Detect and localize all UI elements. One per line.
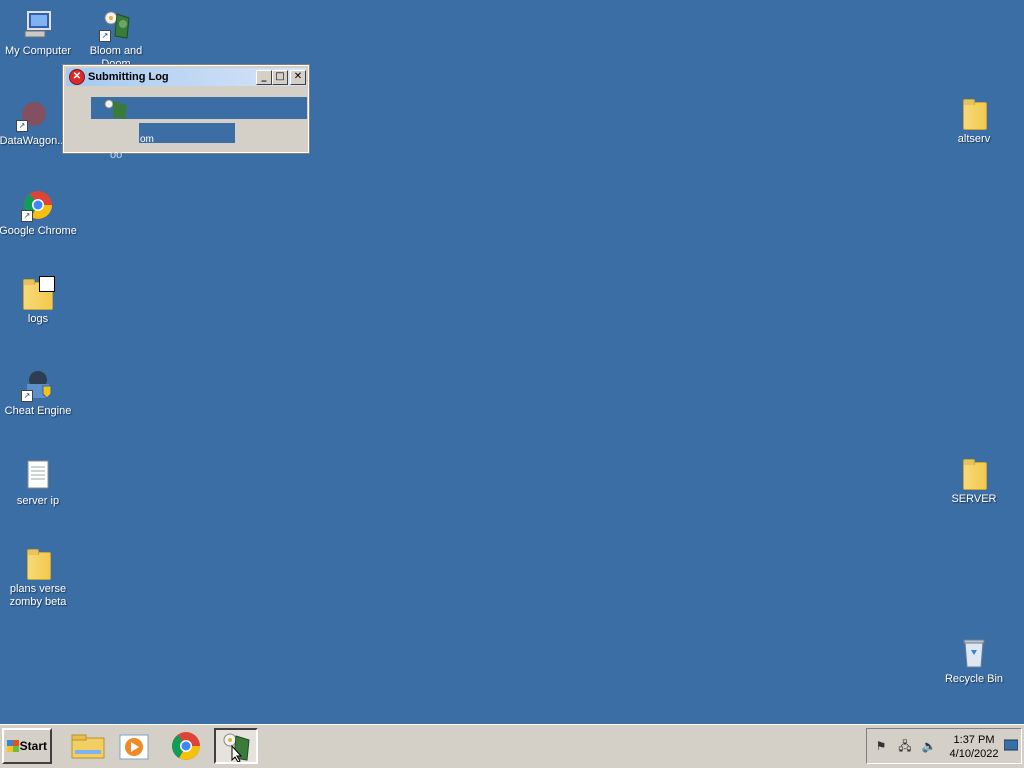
chrome-icon: ↗ <box>21 188 55 222</box>
minimize-button[interactable]: _ <box>256 70 272 85</box>
icon-label: server ip <box>16 495 60 507</box>
bloom-and-doom-icon <box>223 733 250 763</box>
shortcut-arrow-icon: ↗ <box>99 30 111 42</box>
close-button[interactable]: ✕ <box>290 70 306 85</box>
cheat-engine-icon: ↗ <box>21 368 55 402</box>
chrome-icon <box>172 732 200 760</box>
window-content-text: om <box>140 134 154 145</box>
icon-label: Recycle Bin <box>944 673 1004 685</box>
taskbar-chrome-button[interactable] <box>164 728 208 764</box>
window-content-artifact <box>91 97 307 119</box>
shortcut-arrow-icon: ↗ <box>21 210 33 222</box>
datawagon-icon: ↗ <box>16 98 50 132</box>
clock-date: 4/10/2022 <box>949 748 999 760</box>
taskbar-explorer-button[interactable] <box>66 728 110 764</box>
folder-icon <box>21 546 55 580</box>
desktop-icon-plans-verse-zomby-beta[interactable]: plans verse zomby beta <box>0 546 78 609</box>
clock-time: 1:37 PM <box>953 734 995 746</box>
icon-label: logs <box>27 313 49 325</box>
folder-icon <box>957 456 991 490</box>
window-title-bar[interactable]: ✕ Submitting Log _ □ ✕ <box>66 68 306 86</box>
desktop-icon-bloom-and-doom[interactable]: ↗ Bloom and Doom <box>76 8 156 66</box>
window-title: Submitting Log <box>88 71 169 83</box>
desktop-icon-server-ip[interactable]: server ip <box>0 458 78 508</box>
taskbar: Start ⚑ 🖧 🔈 1:37 PM 4/10/2022 <box>0 724 1024 768</box>
icon-label: SERVER <box>951 493 997 505</box>
show-desktop-icon[interactable] <box>1003 739 1019 753</box>
desktop-icon-cheat-engine[interactable]: ↗ Cheat Engine <box>0 368 78 418</box>
start-label: Start <box>19 739 47 753</box>
desktop-icon-logs[interactable]: 7 logs <box>0 276 78 326</box>
shortcut-arrow-icon: ↗ <box>21 390 33 402</box>
volume-icon[interactable]: 🔈 <box>921 739 937 753</box>
desktop[interactable]: My Computer ↗ Bloom and Doom ↗ DataWagon… <box>0 0 1024 724</box>
desktop-icon-recycle-bin[interactable]: Recycle Bin <box>934 636 1014 686</box>
desktop-icon-server[interactable]: SERVER <box>934 456 1014 506</box>
bloom-and-doom-icon: ↗ <box>99 8 133 42</box>
maximize-button[interactable]: □ <box>272 70 288 85</box>
icon-label: Bloom and Doom <box>89 45 143 66</box>
desktop-icon-my-computer[interactable]: My Computer <box>0 8 78 58</box>
desktop-icon-altserv[interactable]: altserv <box>934 96 1014 146</box>
taskbar-media-player-button[interactable] <box>112 728 156 764</box>
system-tray: ⚑ 🖧 🔈 1:37 PM 4/10/2022 <box>866 728 1022 764</box>
icon-label: altserv <box>957 133 991 145</box>
desktop-icon-google-chrome[interactable]: ↗ Google Chrome <box>0 188 78 238</box>
text-file-icon <box>21 458 55 492</box>
network-icon[interactable]: 🖧 <box>897 739 913 753</box>
archive-folder-icon: 7 <box>21 276 55 310</box>
action-center-flag-icon[interactable]: ⚑ <box>873 739 889 753</box>
clock[interactable]: 1:37 PM 4/10/2022 <box>947 733 1001 761</box>
bloom-and-doom-icon <box>104 99 127 119</box>
icon-label: plans verse zomby beta <box>9 583 67 608</box>
windows-flag-icon <box>7 740 19 752</box>
explorer-icon <box>71 734 105 759</box>
submitting-log-window[interactable]: ✕ Submitting Log _ □ ✕ om oo <box>62 64 310 161</box>
media-player-icon <box>119 734 149 760</box>
recycle-bin-icon <box>957 636 991 670</box>
folder-icon <box>957 96 991 130</box>
taskbar-bloom-and-doom-button[interactable] <box>214 728 258 764</box>
icon-label: My Computer <box>4 45 72 57</box>
shortcut-arrow-icon: ↗ <box>16 120 28 132</box>
icon-label: Cheat Engine <box>4 405 72 417</box>
start-button[interactable]: Start <box>2 728 52 764</box>
window-bleed-text: oo <box>110 149 123 161</box>
computer-icon <box>21 8 55 42</box>
error-icon: ✕ <box>69 69 85 85</box>
icon-label: Google Chrome <box>0 225 77 237</box>
